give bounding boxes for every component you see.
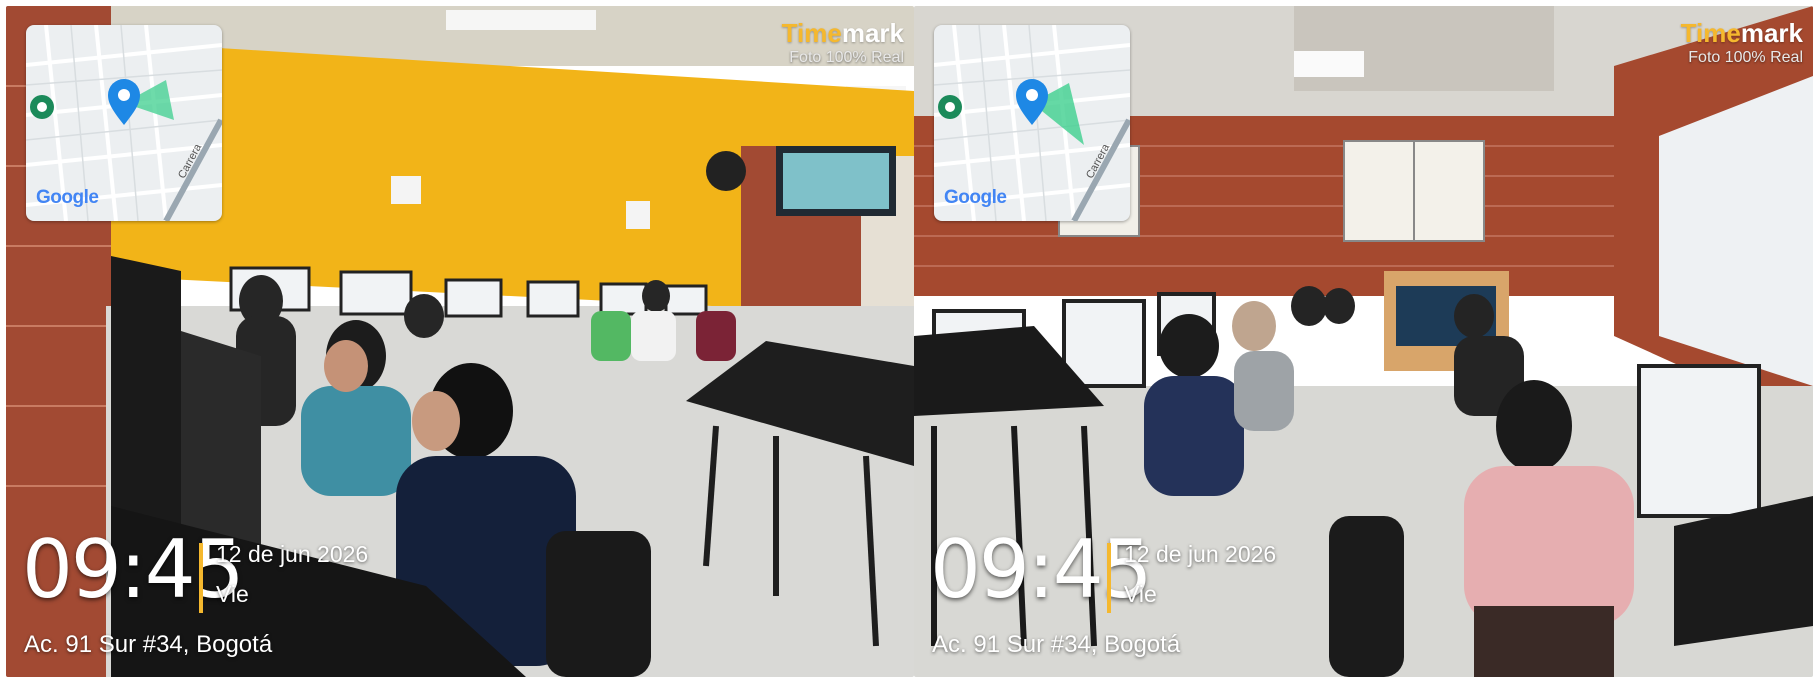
time-text: 09:45: [930, 523, 1153, 616]
brand-title-part2: mark: [841, 18, 904, 48]
date-text: 12 de jun 2026: [216, 541, 369, 567]
address-text: Ac. 91 Sur #34, Bogotá: [932, 631, 1181, 658]
map-marker-icon: [30, 95, 54, 119]
map-marker-icon: [938, 95, 962, 119]
weekday-text: Vie: [1124, 581, 1157, 607]
timemark-brand: Timemark Foto 100% Real: [1681, 18, 1803, 68]
date-text: 12 de jun 2026: [1124, 541, 1277, 567]
brand-title-part1: Time: [1680, 18, 1741, 48]
time-text: 09:45: [22, 523, 245, 616]
address-text: Ac. 91 Sur #34, Bogotá: [24, 631, 273, 658]
timemark-brand: Timemark Foto 100% Real: [782, 18, 904, 68]
brand-subtitle: Foto 100% Real: [1688, 49, 1803, 66]
brand-subtitle: Foto 100% Real: [789, 49, 904, 66]
brand-title-part2: mark: [1740, 18, 1803, 48]
map-brand-text: Google: [944, 187, 1007, 208]
photo-panel-right: Carrera Google Timemark Foto 100% Real 0…: [914, 6, 1813, 677]
map-thumbnail: Carrera Google: [26, 25, 222, 221]
location-pin-icon: [108, 79, 140, 125]
brand-title-part1: Time: [781, 18, 842, 48]
timestamp-overlay: 09:45 12 de jun 2026 Vie Ac. 91 Sur #34,…: [930, 527, 1530, 677]
brand-title: Timemark: [1681, 18, 1803, 48]
map-brand-text: Google: [36, 187, 99, 208]
map-thumbnail: Carrera Google: [934, 25, 1130, 221]
weekday-text: Vie: [216, 581, 249, 607]
brand-title: Timemark: [782, 18, 904, 48]
timestamp-overlay: 09:45 12 de jun 2026 Vie Ac. 91 Sur #34,…: [22, 527, 622, 677]
stamp-divider: [199, 543, 203, 613]
stamp-divider: [1107, 543, 1111, 613]
location-pin-icon: [1016, 79, 1048, 125]
photo-panel-left: Carrera Google Timemark Foto 100% Real 0…: [6, 6, 914, 677]
